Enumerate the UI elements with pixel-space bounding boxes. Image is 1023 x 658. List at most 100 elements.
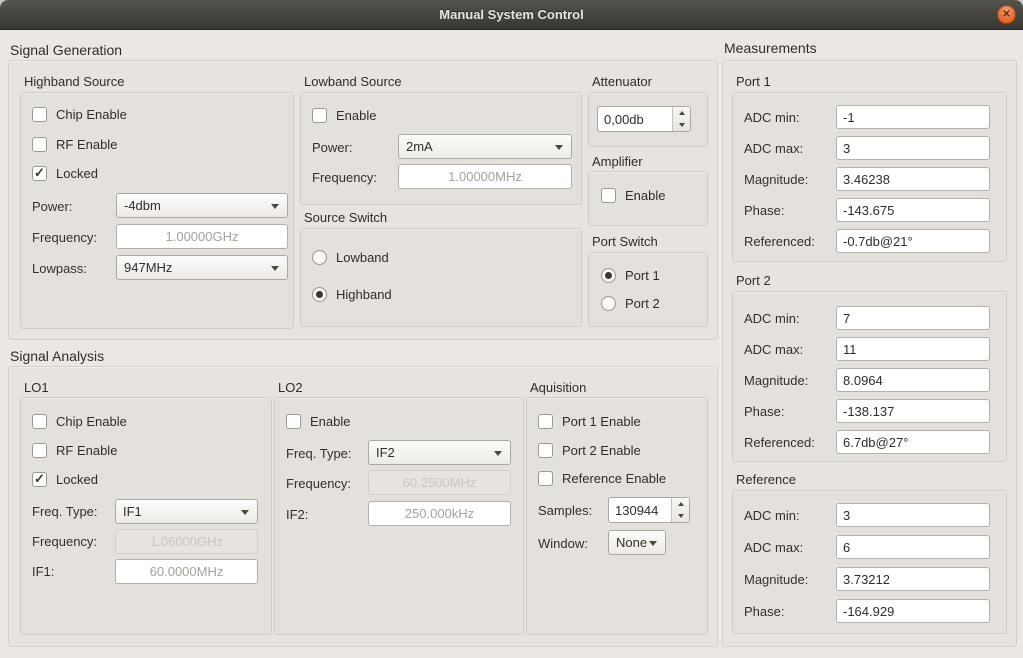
reference-adc-min-label: ADC min: (744, 507, 800, 524)
spin-up-icon[interactable] (672, 498, 689, 510)
aquisition-samples-spinbox[interactable]: 130944 (608, 497, 690, 523)
source-switch-lowband-label[interactable]: Lowband (336, 250, 389, 265)
amplifier-enable-checkbox[interactable]: ✓ (601, 188, 616, 203)
source-switch-title: Source Switch (304, 210, 387, 225)
reference-adc-min-field[interactable]: 3 (836, 503, 990, 527)
source-switch-lowband-radio[interactable] (312, 250, 327, 265)
highband-frequency-field[interactable]: 1.00000GHz (116, 224, 288, 249)
lowband-frequency-field[interactable]: 1.00000MHz (398, 164, 572, 189)
source-switch-highband-radio[interactable] (312, 287, 327, 302)
lo1-locked-checkbox[interactable]: ✓ (32, 472, 47, 487)
lo2-if2-field[interactable]: 250.000kHz (368, 501, 511, 526)
lo1-rf-enable-label[interactable]: RF Enable (56, 443, 117, 458)
lowband-enable-label[interactable]: Enable (336, 108, 376, 123)
amplifier-title: Amplifier (592, 154, 643, 169)
lo2-freq-type-select[interactable]: IF2 (368, 440, 511, 465)
lo2-frequency-label: Frequency: (286, 475, 351, 492)
lo1-rf-enable-checkbox[interactable]: ✓ (32, 443, 47, 458)
port-switch-group (588, 252, 708, 327)
lo1-freq-type-label: Freq. Type: (32, 503, 98, 520)
measurements-title: Measurements (724, 40, 817, 56)
highband-rf-enable-label[interactable]: RF Enable (56, 137, 117, 152)
highband-locked-checkbox[interactable]: ✓ (32, 166, 47, 181)
aquisition-reference-enable-label[interactable]: Reference Enable (562, 471, 666, 486)
lo2-frequency-field: 60.2500MHz (368, 470, 511, 495)
highband-source-title: Highband Source (24, 74, 124, 89)
aquisition-reference-enable-checkbox[interactable]: ✓ (538, 471, 553, 486)
lowband-source-title: Lowband Source (304, 74, 402, 89)
spin-down-icon[interactable] (673, 119, 690, 131)
port1-phase-field[interactable]: -143.675 (836, 198, 990, 222)
lo1-chip-enable-checkbox[interactable]: ✓ (32, 414, 47, 429)
chevron-down-icon (555, 145, 563, 150)
lo1-freq-type-select[interactable]: IF1 (115, 499, 258, 524)
reference-adc-max-field[interactable]: 6 (836, 535, 990, 559)
aquisition-port2-enable-checkbox[interactable]: ✓ (538, 443, 553, 458)
highband-locked-label[interactable]: Locked (56, 166, 98, 181)
close-button[interactable]: ✕ (997, 5, 1016, 24)
port1-adc-min-label: ADC min: (744, 109, 800, 126)
aquisition-port1-enable-label[interactable]: Port 1 Enable (562, 414, 641, 429)
attenuator-spinbox[interactable]: 0,00db (597, 106, 691, 132)
lo1-locked-label[interactable]: Locked (56, 472, 98, 487)
port1-adc-max-field[interactable]: 3 (836, 136, 990, 160)
port2-referenced-field[interactable]: 6.7db@27° (836, 430, 990, 454)
port2-adc-min-field[interactable]: 7 (836, 306, 990, 330)
lo1-chip-enable-label[interactable]: Chip Enable (56, 414, 127, 429)
aquisition-window-select[interactable]: None (608, 530, 666, 555)
highband-chip-enable-label[interactable]: Chip Enable (56, 107, 127, 122)
lo2-enable-label[interactable]: Enable (310, 414, 350, 429)
checkmark-icon: ✓ (34, 165, 45, 181)
port-switch-port1-label[interactable]: Port 1 (625, 268, 660, 283)
aquisition-title: Aquisition (530, 380, 586, 395)
source-switch-highband-label[interactable]: Highband (336, 287, 392, 302)
port2-phase-label: Phase: (744, 403, 784, 420)
highband-chip-enable-checkbox[interactable]: ✓ (32, 107, 47, 122)
port-switch-port2-label[interactable]: Port 2 (625, 296, 660, 311)
close-icon: ✕ (1002, 10, 1010, 20)
lowband-power-value: 2mA (406, 139, 433, 154)
port1-adc-min-field[interactable]: -1 (836, 105, 990, 129)
port2-phase-field[interactable]: -138.137 (836, 399, 990, 423)
reference-magnitude-field[interactable]: 3.73212 (836, 567, 990, 591)
lowband-power-select[interactable]: 2mA (398, 134, 572, 159)
port2-magnitude-field[interactable]: 8.0964 (836, 368, 990, 392)
reference-adc-max-label: ADC max: (744, 539, 803, 556)
lo1-if1-field[interactable]: 60.0000MHz (115, 559, 258, 584)
spin-down-icon[interactable] (672, 510, 689, 522)
lowband-enable-checkbox[interactable]: ✓ (312, 108, 327, 123)
port1-referenced-field[interactable]: -0.7db@21° (836, 229, 990, 253)
port-switch-port1-radio[interactable] (601, 268, 616, 283)
source-switch-group (300, 228, 582, 327)
highband-lowpass-label: Lowpass: (32, 260, 87, 277)
aquisition-port1-enable-checkbox[interactable]: ✓ (538, 414, 553, 429)
lo1-frequency-field: 1.06000GHz (115, 529, 258, 554)
port1-adc-max-label: ADC max: (744, 140, 803, 157)
lo2-freq-type-value: IF2 (376, 445, 395, 460)
port2-adc-min-label: ADC min: (744, 310, 800, 327)
spin-up-icon[interactable] (673, 107, 690, 119)
highband-lowpass-select[interactable]: 947MHz (116, 255, 288, 280)
aquisition-samples-value: 130944 (609, 498, 671, 522)
port1-referenced-label: Referenced: (744, 233, 815, 250)
meas-port1-title: Port 1 (736, 74, 771, 89)
highband-power-value: -4dbm (124, 198, 161, 213)
highband-power-label: Power: (32, 198, 72, 215)
meas-reference-title: Reference (736, 472, 796, 487)
port-switch-port2-radio[interactable] (601, 296, 616, 311)
samples-spin-buttons (671, 498, 689, 522)
titlebar[interactable]: Manual System Control ✕ (0, 0, 1023, 30)
reference-phase-field[interactable]: -164.929 (836, 599, 990, 623)
lo2-enable-checkbox[interactable]: ✓ (286, 414, 301, 429)
highband-power-select[interactable]: -4dbm (116, 193, 288, 218)
highband-frequency-label: Frequency: (32, 229, 97, 246)
app-window: Manual System Control ✕ Signal Generatio… (0, 0, 1023, 658)
port1-magnitude-field[interactable]: 3.46238 (836, 167, 990, 191)
amplifier-enable-label[interactable]: Enable (625, 188, 665, 203)
lo2-if2-label: IF2: (286, 506, 308, 523)
window-title: Manual System Control (439, 7, 583, 22)
aquisition-window-value: None (616, 535, 647, 550)
aquisition-port2-enable-label[interactable]: Port 2 Enable (562, 443, 641, 458)
port2-adc-max-field[interactable]: 11 (836, 337, 990, 361)
highband-rf-enable-checkbox[interactable]: ✓ (32, 137, 47, 152)
